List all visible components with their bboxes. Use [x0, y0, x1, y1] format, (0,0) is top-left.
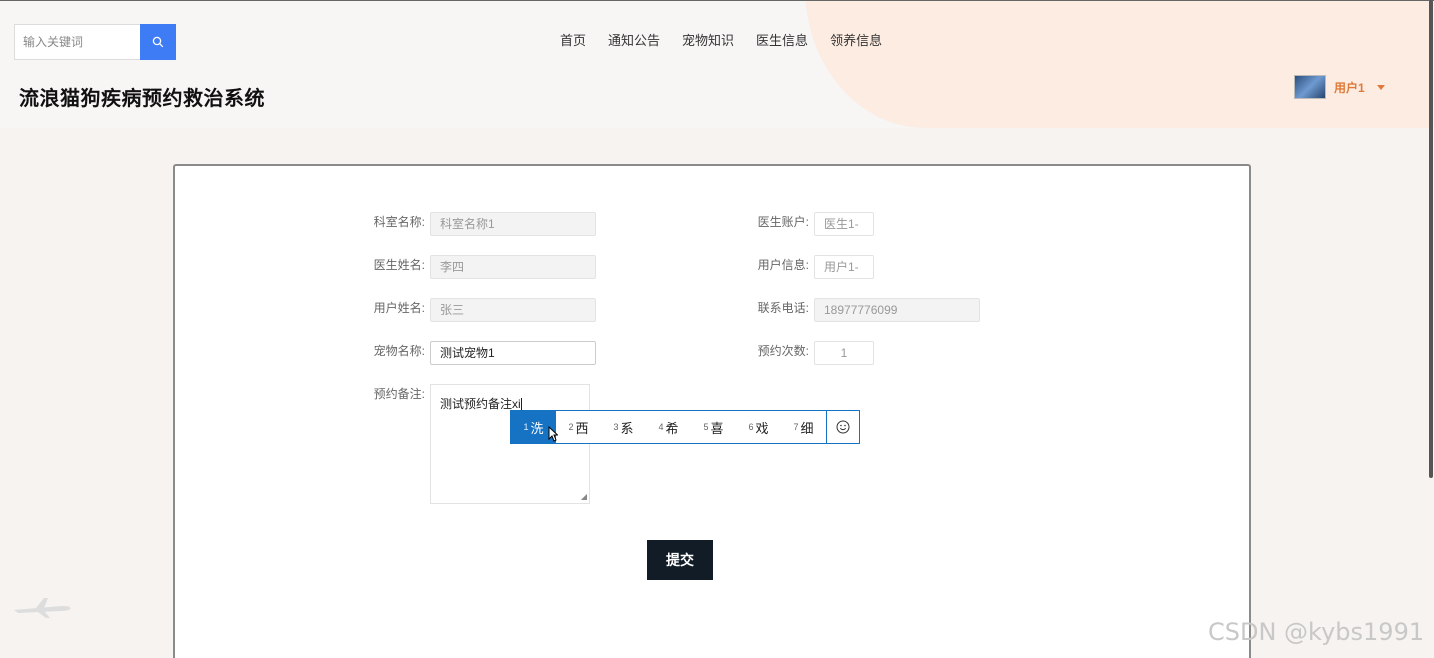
ime-candidate[interactable]: 4希 — [646, 411, 691, 443]
user-info-label: 用户信息: — [757, 258, 809, 272]
user-name-label: 用户姓名: — [373, 301, 425, 315]
appointment-count-label: 预约次数: — [757, 344, 809, 358]
remark-textarea[interactable]: 测试预约备注xi ◢ — [430, 384, 590, 504]
phone-label: 联系电话: — [757, 301, 809, 315]
ime-candidate-text: 喜 — [710, 420, 724, 436]
ime-candidate-number: 6 — [748, 422, 754, 432]
ime-candidate[interactable]: 6戏 — [736, 411, 781, 443]
scrollbar-thumb[interactable] — [1429, 0, 1433, 478]
ime-candidate-text: 系 — [620, 420, 634, 436]
nav-notice[interactable]: 通知公告 — [608, 30, 660, 49]
search-button[interactable] — [140, 24, 176, 60]
smiley-icon — [836, 420, 850, 434]
pet-name-label: 宠物名称: — [373, 344, 425, 358]
pet-name-input[interactable]: 测试宠物1 — [430, 341, 596, 365]
doctor-name-field[interactable]: 李四 — [430, 255, 596, 279]
doctor-name-label: 医生姓名: — [373, 258, 425, 272]
chevron-down-icon[interactable] — [1376, 84, 1385, 90]
ime-candidate-text: 希 — [665, 420, 679, 436]
header-decoration — [805, 0, 1434, 128]
ime-candidate-number: 2 — [568, 422, 574, 432]
nav-pet-knowledge[interactable]: 宠物知识 — [682, 30, 734, 49]
ime-candidate-text: 西 — [575, 420, 589, 436]
department-label: 科室名称: — [373, 215, 425, 229]
page: 首页 通知公告 宠物知识 医生信息 领养信息 流浪猫狗疾病预约救治系统 用户1 — [0, 0, 1434, 658]
user-menu[interactable]: 用户1 — [1294, 75, 1385, 99]
ime-candidate-text: 洗 — [530, 420, 544, 436]
department-field[interactable]: 科室名称1 — [430, 212, 596, 236]
scrollbar[interactable] — [1428, 0, 1434, 658]
ime-candidate[interactable]: 2西 — [556, 411, 601, 443]
submit-button[interactable]: 提交 — [647, 540, 713, 580]
ime-candidate-number: 1 — [523, 422, 529, 432]
avatar[interactable] — [1294, 75, 1326, 99]
ime-candidate-number: 5 — [703, 422, 709, 432]
doctor-account-label: 医生账户: — [757, 215, 809, 229]
ime-candidate-bar: 1洗 2西 3系 4希 5喜 6戏 7细 — [510, 410, 860, 444]
doctor-account-field[interactable]: 医生1- — [814, 212, 874, 236]
search-icon — [152, 36, 164, 48]
ime-emoji-button[interactable] — [826, 411, 859, 443]
top-border — [0, 0, 1434, 1]
text-cursor — [520, 398, 522, 410]
nav-home[interactable]: 首页 — [560, 30, 586, 49]
ime-candidate-number: 7 — [793, 422, 799, 432]
phone-field[interactable]: 18977776099 — [814, 298, 980, 322]
airplane-decoration-icon — [14, 598, 71, 618]
watermark: CSDN @kybs1991 — [1208, 618, 1425, 646]
user-name-field[interactable]: 张三 — [430, 298, 596, 322]
appointment-count-field[interactable]: 1 — [814, 341, 874, 365]
header: 首页 通知公告 宠物知识 医生信息 领养信息 流浪猫狗疾病预约救治系统 用户1 — [0, 0, 1434, 128]
remark-label: 预约备注: — [373, 387, 425, 401]
ime-candidate[interactable]: 5喜 — [691, 411, 736, 443]
search-input[interactable] — [14, 24, 140, 60]
ime-candidate-number: 3 — [613, 422, 619, 432]
ime-candidate[interactable]: 7细 — [781, 411, 826, 443]
user-info-field[interactable]: 用户1- — [814, 255, 874, 279]
remark-text: 测试预约备注xi — [440, 397, 521, 411]
ime-candidate[interactable]: 3系 — [601, 411, 646, 443]
mouse-pointer-icon — [548, 426, 558, 442]
ime-candidate-text: 戏 — [755, 420, 769, 436]
site-title: 流浪猫狗疾病预约救治系统 — [19, 88, 265, 110]
user-name[interactable]: 用户1 — [1334, 79, 1365, 96]
search-box — [14, 24, 176, 60]
main-nav: 首页 通知公告 宠物知识 医生信息 领养信息 — [560, 30, 882, 49]
nav-adoption-info[interactable]: 领养信息 — [830, 30, 882, 49]
ime-candidate-number: 4 — [658, 422, 664, 432]
resize-handle-icon[interactable]: ◢ — [581, 492, 587, 501]
nav-doctor-info[interactable]: 医生信息 — [756, 30, 808, 49]
ime-candidate-text: 细 — [800, 420, 814, 436]
